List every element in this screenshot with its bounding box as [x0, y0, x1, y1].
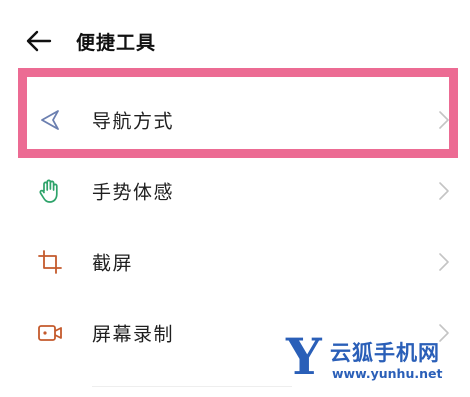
chevron-right-icon [439, 323, 449, 342]
divider [92, 386, 292, 387]
back-button[interactable] [24, 28, 54, 54]
list-item-label: 导航方式 [92, 110, 175, 132]
screen-record-icon [38, 324, 62, 341]
list-item-label: 屏幕录制 [92, 323, 175, 345]
list-item-gesture-motion[interactable]: 手势体感 [0, 155, 470, 226]
header: 便捷工具 [0, 20, 470, 64]
chevron-right-icon [439, 110, 449, 129]
crop-screenshot-icon [38, 249, 62, 274]
list-item-screen-recording[interactable]: 屏幕录制 [0, 297, 470, 368]
list-item-navigation-mode[interactable]: 导航方式 [0, 84, 470, 155]
page-title: 便捷工具 [76, 32, 157, 54]
watermark-url: www.yunhu.net [332, 366, 443, 381]
hand-gesture-icon [39, 179, 58, 203]
settings-list: 导航方式 手势体感 截屏 屏幕录制 [0, 70, 470, 354]
page: 便捷工具 导航方式 手势体感 截屏 屏幕录制 Y 云狐手机网 www.yunhu… [0, 0, 470, 397]
navigation-triangle-icon [41, 109, 59, 130]
list-item-screenshot[interactable]: 截屏 [0, 226, 470, 297]
list-item-label: 截屏 [92, 252, 134, 274]
arrow-left-icon [26, 30, 52, 52]
chevron-right-icon [439, 252, 449, 271]
list-item-label: 手势体感 [92, 181, 175, 203]
chevron-right-icon [439, 181, 449, 200]
